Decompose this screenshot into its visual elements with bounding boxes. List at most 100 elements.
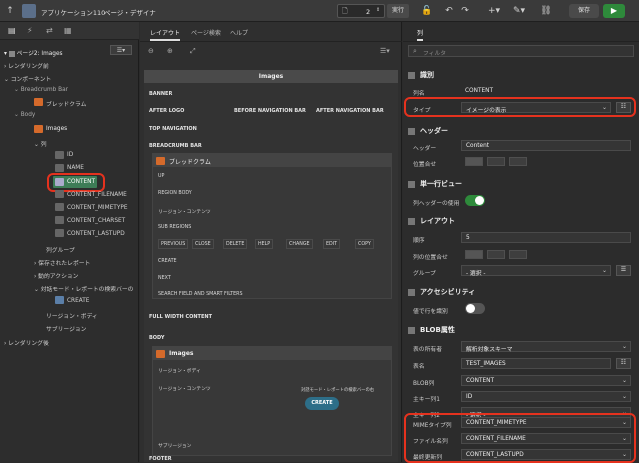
dynamic-actions-tab-icon[interactable]: ⚡ [27,26,33,35]
column-content-charset[interactable]: CONTENT_CHARSET [67,218,125,224]
sub-regions-slot: SUB REGIONS [158,225,192,230]
alignment-label: 位置合せ [413,162,437,168]
edit-slot[interactable]: EDIT [323,239,341,249]
section-header[interactable]: ヘッダー [408,126,448,136]
create-button[interactable]: CREATE [305,397,339,410]
columns-node[interactable]: ⌄ 列 [34,139,47,148]
previous-slot[interactable]: PREVIOUS [158,239,189,249]
saved-reports-node[interactable]: › 保存されたレポート [34,258,90,267]
section-identification[interactable]: 識別 [408,70,434,80]
table-picker-icon[interactable]: ☷ [616,358,631,369]
section-single-row-view[interactable]: 単一行ビュー [408,179,462,189]
body-node[interactable]: ⌄ Body [14,112,35,118]
column-icon [55,229,64,237]
rendering-tab-icon[interactable]: ▤ [8,26,16,35]
sub-region-node[interactable]: サブリージョン [46,324,86,333]
group-select[interactable]: - 選択 - ⌄ [461,265,611,277]
table-name-input[interactable]: TEST_IMAGES [461,358,611,369]
images-region-header: Images [153,347,391,360]
column-id[interactable]: ID [67,152,73,158]
align-center-icon[interactable] [487,157,505,166]
layout-pane: レイアウト ページ検索 ヘルプ ⊖ ⊕ ⤢ ☰▾ Images BANNER A… [140,22,402,462]
highlight-type [404,97,636,117]
region-body-node[interactable]: リージョン・ボディ [46,311,98,320]
align-left-icon[interactable] [465,157,483,166]
column-group-node[interactable]: 列グループ [46,245,75,254]
search-bar-slot: 対話モード・レポートの検索バーの右 [301,388,375,393]
run-button[interactable]: ▶ [603,4,625,18]
processing-tab-icon[interactable]: ⇄ [46,26,53,35]
col-align-right-icon[interactable] [509,250,527,259]
column-content-lastupd[interactable]: CONTENT_LASTUPD [67,231,125,237]
column-content-filename[interactable]: CONTENT_FILENAME [67,192,127,198]
column-name-value[interactable]: CONTENT [465,88,493,94]
breadcrumb-region-title: ブレッドクラム [169,159,211,166]
pk1-select[interactable]: ID ⌄ [461,391,631,402]
add-icon[interactable]: +▾ [488,5,500,17]
copy-slot[interactable]: COPY [355,239,374,249]
align-right-icon[interactable] [509,157,527,166]
help-slot[interactable]: HELP [255,239,274,249]
chevron-down-icon: ⌄ [602,267,608,274]
column-content-mimetype[interactable]: CONTENT_MIMETYPE [67,205,128,211]
column-icon [55,190,64,198]
images-region[interactable]: Images リージョン・ボディ リージョン・コンテンツ 対話モード・レポートの… [152,346,392,456]
region-icon [156,350,165,358]
undo-icon[interactable]: ↶ [443,5,455,17]
shared-tab-icon[interactable]: ▦ [64,26,72,35]
before-nav-label: BEFORE NAVIGATION BAR [234,108,306,114]
save-button[interactable]: 保存 [569,4,599,18]
tab-column[interactable]: 列 [417,28,424,41]
row-identifier-toggle[interactable] [465,303,485,314]
actions-node[interactable]: › 動的アクション [34,271,78,280]
section-accessibility[interactable]: アクセシビリティ [408,287,475,297]
page-number-value: 2 [366,8,371,16]
layout-menu-icon[interactable]: ☰▾ [380,47,390,55]
column-icon [55,216,64,224]
delete-slot[interactable]: DELETE [223,239,248,249]
stepper-icon[interactable]: ⇕ [376,7,380,13]
tree-menu-button[interactable]: ☰▾ [110,45,132,55]
breadcrumb-region[interactable]: ブレッドクラム UP REGION BODY リージョン・コンテンツ SUB R… [152,153,392,299]
tab-help[interactable]: ヘルプ [230,28,248,37]
up-arrow-icon[interactable]: ↑ [4,5,16,17]
next-slot: NEXT [158,276,171,281]
page-number-field[interactable]: 🗋 2 ⇕ [337,4,385,18]
components-node[interactable]: ⌄ コンポーネント [4,74,51,83]
create-button-node[interactable]: CREATE [67,298,89,304]
use-header-toggle[interactable] [465,195,485,206]
change-slot[interactable]: CHANGE [286,239,313,249]
filter-input[interactable]: ⌕ フィルタ [408,45,634,57]
redo-icon[interactable]: ↷ [459,5,471,17]
tab-layout[interactable]: レイアウト [150,28,181,41]
breadcrumb-bar-label: BREADCRUMB BAR [149,143,202,149]
header-input[interactable]: Content [461,140,631,151]
search-bar-node[interactable]: ⌄ 対話モード・レポートの検索バーの [34,284,133,293]
table-owner-select[interactable]: 解析対象スキーマ ⌄ [461,341,631,353]
shared-components-icon[interactable]: ⛓ [540,5,552,17]
expand-icon[interactable]: ⤢ [190,47,196,56]
page-node[interactable]: ▾ ページ2: Images [4,48,63,57]
blob-column-select[interactable]: CONTENT ⌄ [461,375,631,386]
tab-page-search[interactable]: ページ検索 [191,28,221,37]
col-align-left-icon[interactable] [465,250,483,259]
breadcrumb-node[interactable]: ブレッドクラム [46,99,86,108]
close-slot[interactable]: CLOSE [192,239,214,249]
pre-render-node[interactable]: › レンダリング前 [4,61,49,70]
lock-icon[interactable]: 🔓 [421,5,433,17]
col-align-center-icon[interactable] [487,250,505,259]
utilities-icon[interactable]: ✎▾ [513,5,525,17]
sequence-input[interactable]: 5 [461,232,631,243]
column-name[interactable]: NAME [67,165,84,171]
execute-button[interactable]: 実行 [387,4,409,18]
post-render-node[interactable]: › レンダリング後 [4,338,49,347]
app-icon[interactable] [22,4,36,18]
app-name[interactable]: アプリケーション110 [41,7,105,17]
section-layout[interactable]: レイアウト [408,216,455,226]
zoom-out-icon[interactable]: ⊖ [148,47,154,55]
group-menu-icon[interactable]: ☰ [616,265,631,276]
images-region-node[interactable]: Images [46,126,67,132]
breadcrumb-bar-node[interactable]: ⌄ Breadcrumb Bar [14,87,68,93]
zoom-in-icon[interactable]: ⊕ [167,47,173,55]
section-blob-attributes[interactable]: BLOB属性 [408,325,455,335]
